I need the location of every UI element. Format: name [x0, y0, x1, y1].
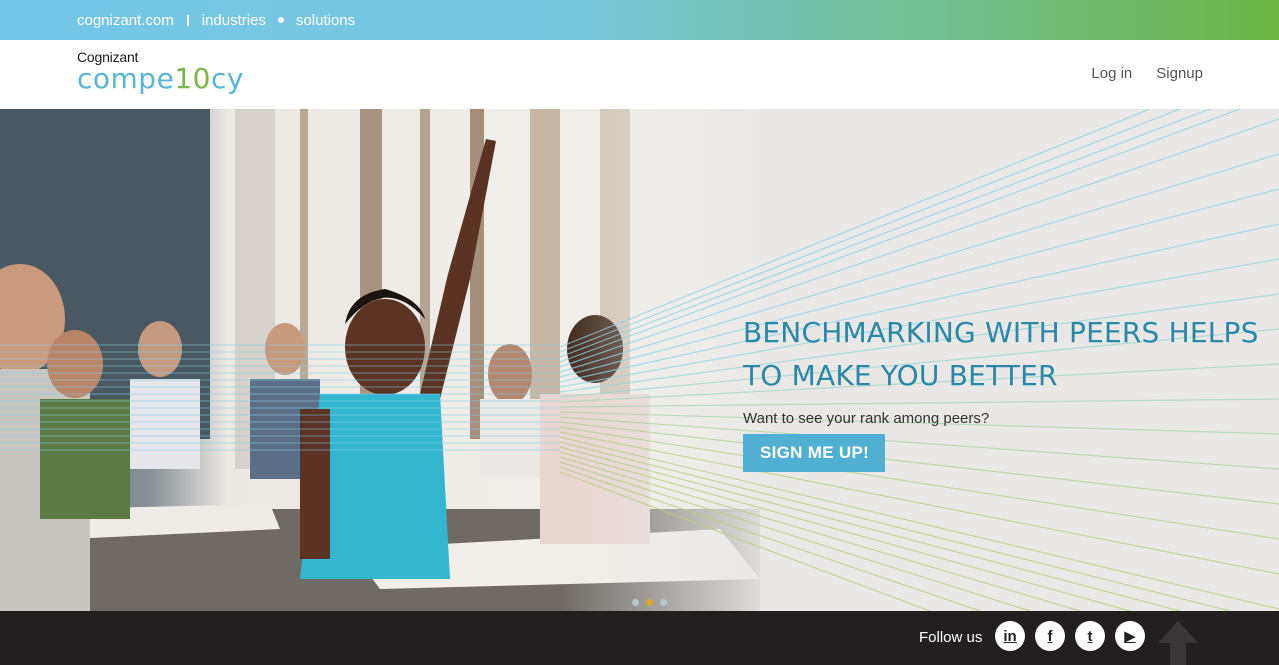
signup-link[interactable]: Signup [1156, 65, 1203, 82]
carousel-dot[interactable] [660, 599, 667, 606]
hero-banner: BENCHMARKING WITH PEERS HELPS TO MAKE YO… [0, 109, 1279, 611]
top-link-bar: cognizant.com industries solutions [0, 0, 1279, 40]
scroll-to-top-icon[interactable] [1156, 619, 1200, 665]
logo[interactable]: Cognizant compe10cy [77, 49, 244, 94]
facebook-icon[interactable]: f [1035, 621, 1065, 651]
logo-product-highlight: 10 [174, 62, 211, 95]
linkedin-icon[interactable]: in [995, 621, 1025, 651]
hero-text-block: BENCHMARKING WITH PEERS HELPS TO MAKE YO… [743, 311, 1263, 472]
separator-bar [186, 14, 189, 26]
youtube-icon[interactable]: ▶ [1115, 621, 1145, 651]
industries-link[interactable]: industries [202, 12, 266, 29]
logo-product-suffix: cy [210, 62, 244, 95]
sign-me-up-button[interactable]: SIGN ME UP! [743, 434, 886, 472]
logo-product-prefix: compe [77, 62, 175, 95]
hero-headline: BENCHMARKING WITH PEERS HELPS TO MAKE YO… [743, 311, 1263, 397]
hero-headline-line1: BENCHMARKING WITH PEERS HELPS [743, 316, 1259, 349]
logo-product: compe10cy [77, 64, 244, 94]
carousel-dot-active[interactable] [646, 599, 653, 606]
hero-subline: Want to see your rank among peers? [743, 410, 990, 427]
login-link[interactable]: Log in [1091, 65, 1132, 82]
cognizant-link[interactable]: cognizant.com [77, 12, 174, 29]
account-nav: Log in Signup [1091, 65, 1203, 82]
site-header: Cognizant compe10cy Log in Signup [0, 40, 1279, 109]
follow-us-label: Follow us [919, 629, 983, 646]
carousel-dot[interactable] [632, 599, 639, 606]
solutions-link[interactable]: solutions [296, 12, 355, 29]
hero-headline-line2: TO MAKE YOU BETTER [743, 359, 1058, 392]
site-footer: Follow us in f t ▶ [0, 611, 1279, 665]
carousel-indicators [632, 599, 667, 606]
twitter-icon[interactable]: t [1075, 621, 1105, 651]
separator-dot [277, 17, 284, 23]
